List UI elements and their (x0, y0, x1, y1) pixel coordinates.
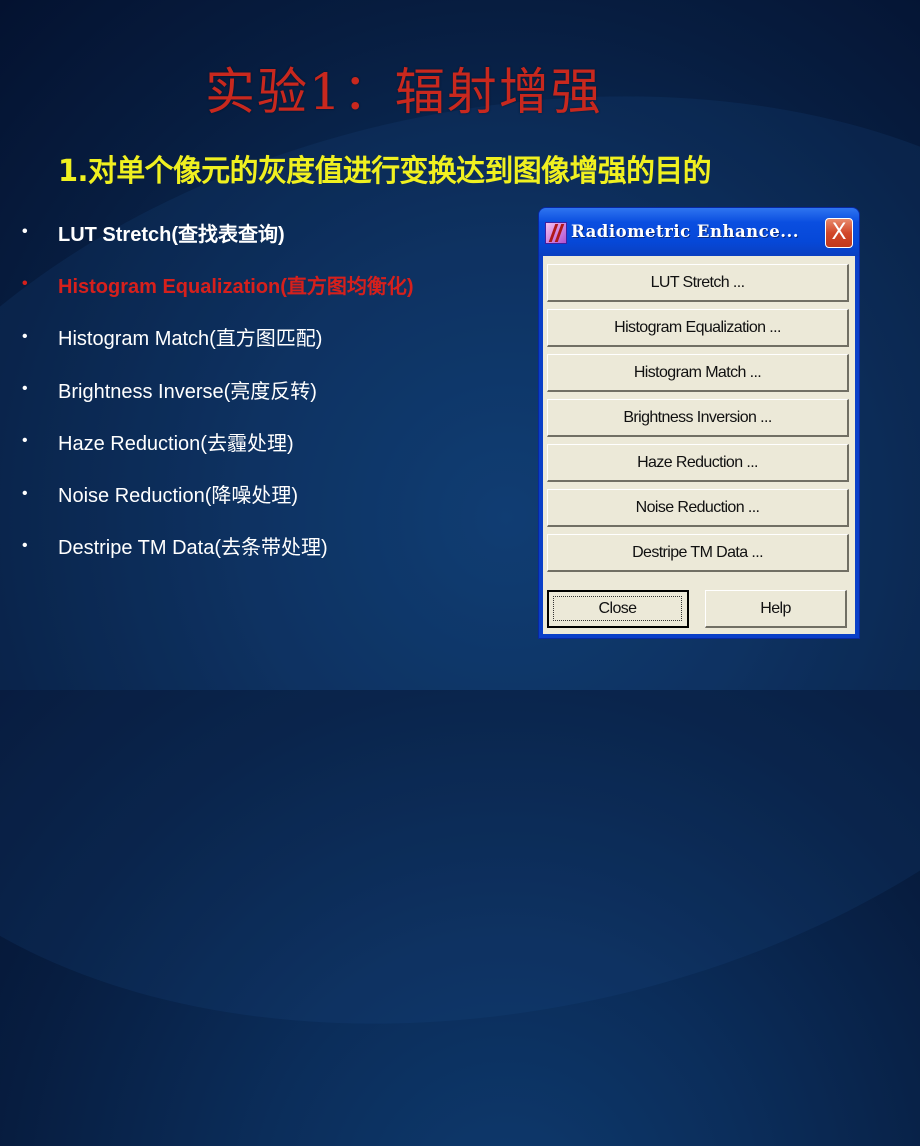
dialog-client-area: LUT Stretch ... Histogram Equalization .… (543, 256, 855, 634)
bullet-label: Histogram Match(直方图匹配) (58, 328, 323, 351)
bullet-item-destripe-tm-data: • Destripe TM Data(去条带处理) (22, 520, 414, 572)
slide-title: 实验1：辐射增强 (205, 63, 603, 121)
bullet-item-brightness-inverse: • Brightness Inverse(亮度反转) (22, 363, 414, 415)
bullet-icon: • (22, 223, 28, 241)
radiometric-enhance-dialog: Radiometric Enhance... X LUT Stretch ...… (539, 208, 859, 638)
bullet-label: LUT Stretch(查找表查询) (58, 223, 285, 246)
help-button[interactable]: Help (705, 590, 847, 628)
histogram-match-button[interactable]: Histogram Match ... (547, 354, 849, 392)
bullet-item-lut-stretch: • LUT Stretch(查找表查询) (22, 206, 414, 258)
bullet-item-histogram-match: • Histogram Match(直方图匹配) (22, 311, 414, 363)
slide-subtitle: 1.对单个像元的灰度值进行变换达到图像增强的目的 (58, 154, 712, 189)
app-icon (545, 222, 567, 244)
close-icon[interactable]: X (825, 218, 853, 248)
bullet-item-haze-reduction: • Haze Reduction(去霾处理) (22, 415, 414, 467)
bullet-label: Noise Reduction(降噪处理) (58, 485, 299, 508)
bullet-item-histogram-equalization: • Histogram Equalization(直方图均衡化) (22, 258, 414, 310)
focus-rectangle (553, 596, 682, 621)
bullet-label: Brightness Inverse(亮度反转) (58, 380, 317, 403)
lut-stretch-button[interactable]: LUT Stretch ... (547, 264, 849, 302)
bullet-list: • LUT Stretch(查找表查询) • Histogram Equaliz… (22, 206, 414, 572)
bullet-icon: • (22, 380, 28, 398)
noise-reduction-button[interactable]: Noise Reduction ... (547, 489, 849, 527)
destripe-tm-data-button[interactable]: Destripe TM Data ... (547, 534, 849, 572)
bullet-icon: • (22, 275, 28, 293)
brightness-inversion-button[interactable]: Brightness Inversion ... (547, 399, 849, 437)
bullet-label: Haze Reduction(去霾处理) (58, 432, 294, 455)
bullet-icon: • (22, 432, 28, 450)
bullet-icon: • (22, 484, 28, 502)
haze-reduction-button[interactable]: Haze Reduction ... (547, 444, 849, 482)
bullet-label: Histogram Equalization(直方图均衡化) (58, 275, 414, 298)
dialog-title: Radiometric Enhance... (571, 222, 799, 241)
histogram-equalization-button[interactable]: Histogram Equalization ... (547, 309, 849, 347)
bullet-item-noise-reduction: • Noise Reduction(降噪处理) (22, 467, 414, 519)
bullet-icon: • (22, 536, 28, 554)
bullet-icon: • (22, 327, 28, 345)
dialog-titlebar[interactable]: Radiometric Enhance... X (539, 208, 859, 256)
bullet-label: Destripe TM Data(去条带处理) (58, 537, 328, 560)
close-button[interactable]: Close (547, 590, 689, 628)
